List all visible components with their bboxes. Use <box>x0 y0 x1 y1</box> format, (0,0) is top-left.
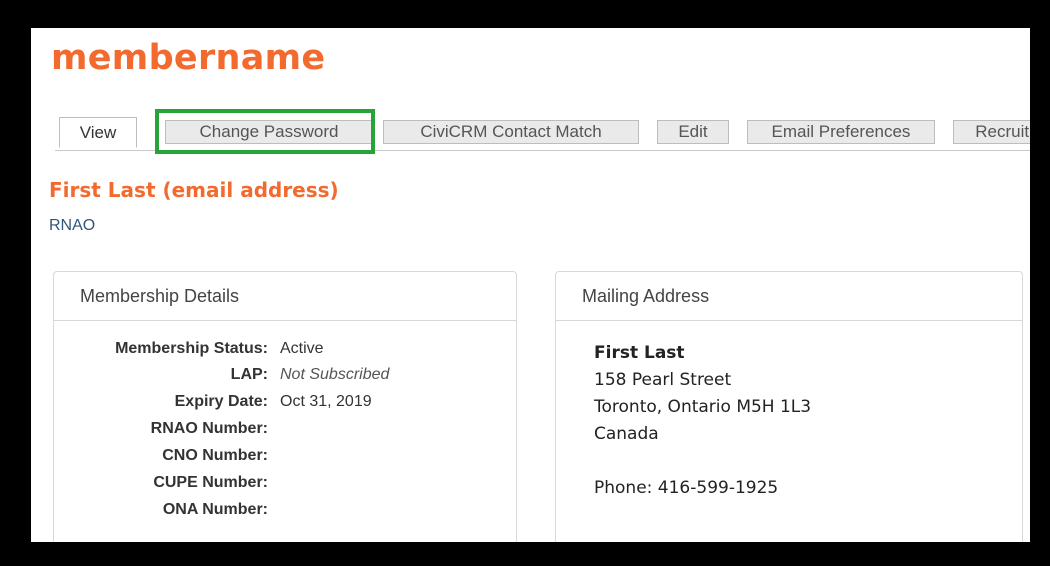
rnao-number-row: RNAO Number: <box>54 416 516 442</box>
address-phone: Phone: 416-599-1925 <box>594 478 779 498</box>
detail-label: CNO Number: <box>162 447 268 464</box>
change-password-highlight-box <box>155 109 375 154</box>
cupe-number-row: CUPE Number: <box>54 470 516 496</box>
membership-details-heading: Membership Details <box>54 272 516 321</box>
contact-name-heading: First Last (email address) <box>49 178 339 202</box>
detail-value: Not Subscribed <box>280 366 390 383</box>
detail-label: Membership Status: <box>115 340 268 357</box>
detail-label: ONA Number: <box>162 501 268 518</box>
detail-value: Active <box>280 340 324 357</box>
organization-label: RNAO <box>49 217 96 234</box>
expiry-date-row: Expiry Date: Oct 31, 2019 <box>54 389 516 415</box>
detail-label: RNAO Number: <box>150 420 268 437</box>
address-block: First Last 158 Pearl Street Toronto, Ont… <box>594 340 811 502</box>
address-country: Canada <box>594 424 659 444</box>
tab-view[interactable]: View <box>59 117 137 148</box>
detail-label: CUPE Number: <box>153 474 268 491</box>
address-city: Toronto, Ontario M5H 1L3 <box>594 397 812 417</box>
membership-status-row: Membership Status: Active <box>54 336 516 362</box>
browser-content: membername View Change Password CiviCRM … <box>31 28 1030 542</box>
detail-label: LAP: <box>230 366 268 383</box>
membership-details-panel: Membership Details Membership Status: Ac… <box>53 271 517 542</box>
detail-value: Oct 31, 2019 <box>280 393 372 410</box>
mailing-address-panel: Mailing Address First Last 158 Pearl Str… <box>555 271 1023 542</box>
ona-number-row: ONA Number: <box>54 497 516 523</box>
address-name: First Last <box>594 343 685 363</box>
tab-civicrm-contact-match[interactable]: CiviCRM Contact Match <box>383 120 639 144</box>
cno-number-row: CNO Number: <box>54 443 516 469</box>
detail-label: Expiry Date: <box>174 393 268 410</box>
mailing-address-heading: Mailing Address <box>556 272 1022 321</box>
lap-row: LAP: Not Subscribed <box>54 362 516 388</box>
tab-edit[interactable]: Edit <box>657 120 729 144</box>
tab-email-preferences[interactable]: Email Preferences <box>747 120 935 144</box>
tab-recruitment[interactable]: Recruitme <box>953 120 1030 144</box>
address-street: 158 Pearl Street <box>594 370 732 390</box>
site-title[interactable]: membername <box>51 38 325 78</box>
